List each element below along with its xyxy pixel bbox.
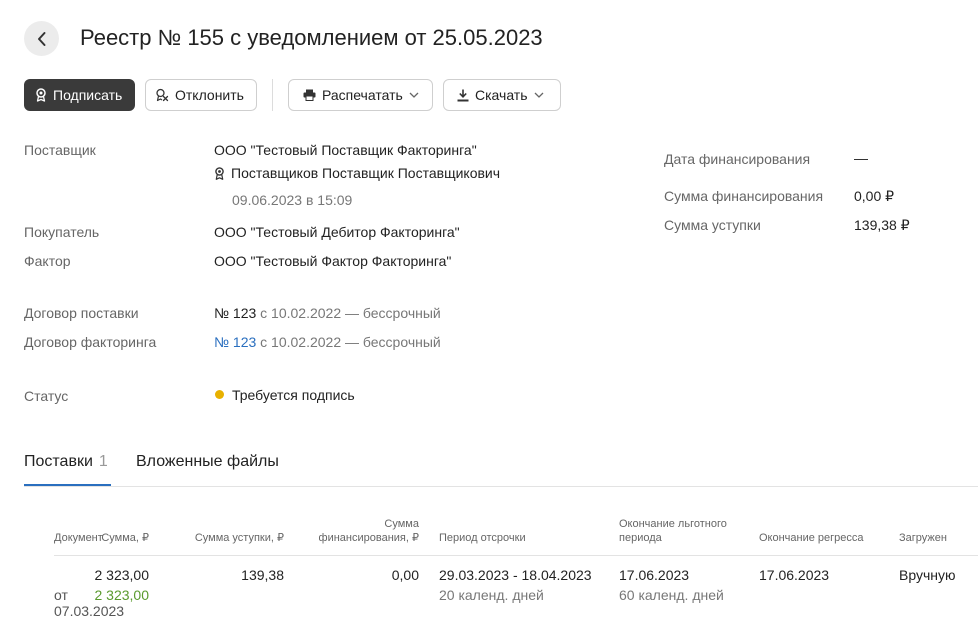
supply-contract-term: с 10.02.2022 — бессрочный bbox=[260, 305, 441, 321]
buyer-value: ООО "Тестовый Дебитор Факторинга" bbox=[214, 224, 460, 240]
document-date: 07.03.2023 bbox=[54, 603, 125, 619]
supplier-value: ООО "Тестовый Поставщик Факторинга" bbox=[214, 142, 477, 158]
tab-supplies-label: Поставки bbox=[24, 453, 93, 470]
buyer-label: Покупатель bbox=[24, 224, 100, 240]
page-title: Реестр № 155 с уведомлением от 25.05.202… bbox=[80, 25, 543, 50]
factoring-contract-term: с 10.02.2022 — бессрочный bbox=[260, 334, 441, 350]
grace-days: 60 календ. дней bbox=[619, 587, 724, 603]
financing-sum-value: 0,00 ₽ bbox=[854, 188, 895, 204]
sign-button-label: Подписать bbox=[53, 87, 123, 103]
financing-sum-label: Сумма финансирования bbox=[664, 188, 824, 204]
chevron-left-icon bbox=[37, 31, 45, 46]
sign-button[interactable]: Подписать bbox=[24, 79, 135, 111]
chevron-down-icon bbox=[534, 92, 544, 98]
factoring-contract-link[interactable]: № 123 bbox=[214, 334, 256, 350]
col-financing-line2: финансирования, ₽ bbox=[318, 532, 419, 544]
col-loaded: Загружен bbox=[899, 532, 947, 544]
download-button[interactable]: Скачать bbox=[443, 79, 561, 111]
col-regress: Окончание регресса bbox=[759, 532, 864, 544]
col-financing: Сумма финансирования, ₽ bbox=[319, 517, 419, 545]
financing-cell: 0,00 bbox=[391, 567, 419, 583]
status-value: Требуется подпись bbox=[232, 387, 355, 403]
active-tab-indicator bbox=[24, 484, 111, 486]
download-icon bbox=[457, 89, 469, 102]
col-period: Период отсрочки bbox=[439, 532, 526, 544]
financing-date-label: Дата финансирования bbox=[664, 151, 811, 167]
supplier-label: Поставщик bbox=[24, 142, 96, 158]
reject-seal-icon bbox=[155, 88, 169, 102]
status-label: Статус bbox=[24, 388, 69, 404]
supply-contract-number: № 123 bbox=[214, 305, 257, 321]
printer-icon bbox=[303, 89, 316, 101]
supply-contract-value: № 123 с 10.02.2022 — бессрочный bbox=[214, 305, 441, 321]
loaded-cell: Вручную bbox=[899, 567, 956, 583]
factor-value: ООО "Тестовый Фактор Факторинга" bbox=[214, 253, 452, 269]
signer-name: Поставщиков Поставщик Поставщикович bbox=[231, 165, 501, 181]
seal-icon bbox=[214, 166, 225, 180]
period-days: 20 календ. дней bbox=[439, 587, 544, 603]
supplier-signer: Поставщиков Поставщик Поставщикович bbox=[214, 165, 500, 181]
status-indicator-dot bbox=[215, 390, 224, 399]
table-header-divider bbox=[54, 555, 978, 556]
assignment-cell: 139,38 bbox=[241, 567, 284, 583]
seal-icon bbox=[35, 88, 47, 102]
supply-contract-label: Договор поставки bbox=[24, 305, 139, 321]
download-button-label: Скачать bbox=[475, 87, 528, 103]
back-button[interactable] bbox=[24, 21, 59, 56]
col-document: Документ bbox=[54, 532, 103, 544]
chevron-down-icon bbox=[409, 92, 419, 98]
reject-button-label: Отклонить bbox=[175, 87, 244, 103]
reject-button[interactable]: Отклонить bbox=[145, 79, 257, 111]
regress-cell: 17.06.2023 bbox=[759, 567, 830, 583]
document-from: от bbox=[54, 587, 68, 603]
assignment-sum-value: 139,38 ₽ bbox=[854, 217, 910, 233]
factoring-contract-label: Договор факторинга bbox=[24, 334, 157, 350]
tab-attached-files-label: Вложенные файлы bbox=[136, 453, 279, 470]
sum-paid-cell: 2 323,00 bbox=[94, 587, 150, 603]
signed-at: 09.06.2023 в 15:09 bbox=[232, 192, 353, 208]
financing-date-value: — bbox=[854, 150, 868, 166]
sum-cell: 2 323,00 bbox=[94, 567, 150, 583]
assignment-sum-label: Сумма уступки bbox=[664, 217, 761, 233]
print-button-label: Распечатать bbox=[322, 87, 403, 103]
col-grace-line1: Окончание льготного bbox=[619, 518, 727, 530]
tab-supplies[interactable]: Поставки 1 bbox=[24, 453, 108, 471]
tabs-divider bbox=[24, 486, 978, 487]
period-cell: 29.03.2023 - 18.04.2023 bbox=[439, 567, 592, 583]
col-grace: Окончание льготного периода bbox=[619, 517, 727, 545]
factoring-contract-value: № 123 с 10.02.2022 — бессрочный bbox=[214, 334, 441, 350]
col-sum: Сумма, ₽ bbox=[101, 532, 149, 544]
print-button[interactable]: Распечатать bbox=[288, 79, 433, 111]
col-grace-line2: периода bbox=[619, 532, 662, 544]
toolbar-divider bbox=[272, 79, 273, 111]
col-assignment: Сумма уступки, ₽ bbox=[194, 532, 284, 544]
tab-supplies-count: 1 bbox=[98, 453, 108, 470]
tab-attached-files[interactable]: Вложенные файлы bbox=[136, 453, 279, 471]
col-financing-line1: Сумма bbox=[384, 518, 419, 530]
grace-cell: 17.06.2023 bbox=[619, 567, 690, 583]
factor-label: Фактор bbox=[24, 253, 71, 269]
